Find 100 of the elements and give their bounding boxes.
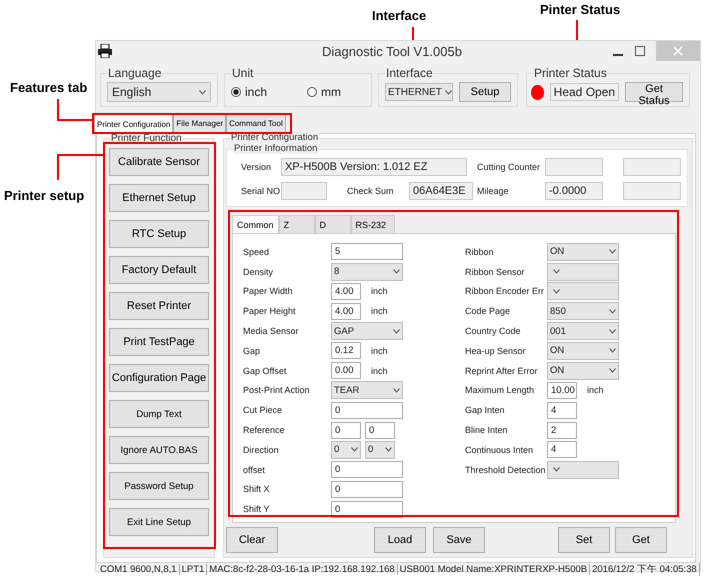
setting-dropdown[interactable]: 8 xyxy=(331,262,403,281)
setting-field[interactable]: 0 xyxy=(331,480,403,498)
function-button[interactable]: Print TestPage xyxy=(109,328,209,356)
check-sum-field: 06A64E3E xyxy=(409,182,473,200)
function-button[interactable]: Password Setup xyxy=(109,472,209,500)
setting-dropdown[interactable] xyxy=(547,262,619,281)
status-text: MAC:8c-f2-28-03-16-1a IP:192.168.192.168 xyxy=(207,564,398,575)
tab[interactable]: Command Tool xyxy=(226,114,286,132)
setting-label: Direction xyxy=(243,444,280,455)
function-button[interactable]: Exit Line Setup xyxy=(109,508,209,536)
window-title: Diagnostic Tool V1.005b xyxy=(321,44,463,58)
setting-label: Reference xyxy=(243,425,286,436)
setting-field[interactable]: 5 xyxy=(331,243,403,260)
status-text: COM1 9600,N,8,1 xyxy=(98,564,180,575)
close-button[interactable] xyxy=(656,41,700,61)
setting-dropdown[interactable] xyxy=(547,282,619,300)
get-status-button[interactable]: Get Stafus xyxy=(625,82,683,102)
printer-icon xyxy=(98,44,112,58)
action-button[interactable]: Load xyxy=(374,527,426,553)
chevron-icon xyxy=(385,447,392,452)
chevron-icon xyxy=(351,447,358,452)
function-button[interactable]: Configuration Page xyxy=(109,364,209,392)
language-dropdown[interactable]: English xyxy=(107,82,211,102)
setting-dropdown[interactable]: 001 xyxy=(547,322,619,340)
unit-radio[interactable]: inch xyxy=(231,85,268,99)
callout-label: Printer setup xyxy=(4,188,84,203)
chevron-icon xyxy=(609,249,616,254)
setting-field[interactable]: 0.00 xyxy=(331,362,361,380)
action-button[interactable]: Get xyxy=(615,527,667,553)
function-button[interactable]: Calibrate Sensor xyxy=(109,148,209,176)
setting-field[interactable]: 0 xyxy=(331,461,403,478)
tab[interactable]: File Manager xyxy=(173,114,226,132)
function-button[interactable]: Factory Default xyxy=(109,256,209,284)
setting-label: Paper Height xyxy=(243,306,297,316)
setting-field[interactable]: 0.12 xyxy=(331,342,361,360)
setting-field[interactable]: 10.00 xyxy=(547,382,577,399)
setting-dropdown[interactable]: ON xyxy=(547,342,619,360)
setting-label: Gap xyxy=(243,346,262,356)
function-button[interactable]: Ignore AUTO.BAS xyxy=(109,436,209,464)
setting-field[interactable]: 2 xyxy=(547,422,577,439)
status-text: LPT1 xyxy=(180,564,208,575)
setting-label: Post-Print Action xyxy=(243,385,311,396)
setting-field[interactable]: 4 xyxy=(547,402,577,419)
tab[interactable]: D xyxy=(314,215,351,233)
group-title: Interface xyxy=(385,66,434,80)
function-button[interactable]: Dump Text xyxy=(109,400,209,428)
setting-label: Ribbon Encoder Err xyxy=(465,286,546,296)
setting-dropdown[interactable]: ON xyxy=(547,242,619,261)
interface-dropdown[interactable]: ETHERNET xyxy=(385,83,453,101)
unit-label: inch xyxy=(587,385,604,396)
setting-dropdown[interactable] xyxy=(547,460,619,479)
chevron-icon xyxy=(393,388,400,393)
setting-dropdown[interactable]: 0 xyxy=(331,440,361,459)
function-button[interactable]: Ethernet Setup xyxy=(109,184,209,212)
setting-field[interactable]: 4.00 xyxy=(331,282,361,300)
setting-dropdown[interactable]: 0 xyxy=(365,440,395,459)
setting-dropdown[interactable]: 850 xyxy=(547,302,619,320)
setting-dropdown[interactable]: GAP xyxy=(331,322,403,340)
setting-label: Reprint After Error xyxy=(465,366,539,376)
action-button[interactable]: Clear xyxy=(226,527,278,553)
chevron-icon xyxy=(553,269,560,274)
action-button[interactable]: Save xyxy=(433,527,485,553)
setting-field[interactable]: 4 xyxy=(547,441,577,458)
setup-button[interactable]: Setup xyxy=(459,82,511,102)
chevron-icon xyxy=(553,467,560,472)
action-button[interactable]: Set xyxy=(558,527,610,553)
setting-field[interactable]: 4.00 xyxy=(331,302,361,320)
cutting-counter-field xyxy=(545,158,603,176)
tab[interactable]: RS-232 xyxy=(350,215,395,233)
setting-field[interactable]: 0 xyxy=(331,402,403,419)
setting-field[interactable]: 0 xyxy=(331,422,361,439)
tab[interactable]: Common xyxy=(232,215,279,233)
version-field: XP-H500B Version: 1.012 EZ xyxy=(281,158,467,176)
field-label: Mileage xyxy=(476,186,510,196)
field-label: Serial NO xyxy=(240,186,281,196)
unit-radio[interactable]: mm xyxy=(307,85,342,99)
function-button[interactable]: Reset Printer xyxy=(109,292,209,320)
unit-label: inch xyxy=(371,366,388,376)
setting-label: Gap Inten xyxy=(465,405,506,416)
field-label: Cutting Counter xyxy=(476,162,542,172)
maximize-icon[interactable] xyxy=(634,45,646,57)
setting-label: Country Code xyxy=(465,326,522,336)
setting-dropdown[interactable]: ON xyxy=(547,362,619,380)
status-text: USB001 Model Name:XPRINTERXP-H500B xyxy=(398,564,590,575)
leader-line xyxy=(57,154,103,180)
callout-label: Pinter Status xyxy=(540,2,620,17)
extra-field xyxy=(623,158,681,176)
tab[interactable]: Printer Configuration xyxy=(94,114,174,133)
status-text: 2016/12/2 下午 04:05:38 xyxy=(590,563,700,576)
function-button[interactable]: RTC Setup xyxy=(109,220,209,248)
setting-label: offset xyxy=(243,464,266,475)
status-field: Head Open xyxy=(550,83,620,101)
setting-label: Density xyxy=(243,266,274,277)
leader-line xyxy=(412,27,414,40)
setting-field[interactable]: 0 xyxy=(365,422,395,439)
setting-label: Shift Y xyxy=(243,504,270,514)
tab[interactable]: Z xyxy=(278,215,315,233)
setting-label: Cut Piece xyxy=(243,405,284,416)
setting-dropdown[interactable]: TEAR xyxy=(331,381,403,400)
setting-label: Code Page xyxy=(465,306,512,316)
